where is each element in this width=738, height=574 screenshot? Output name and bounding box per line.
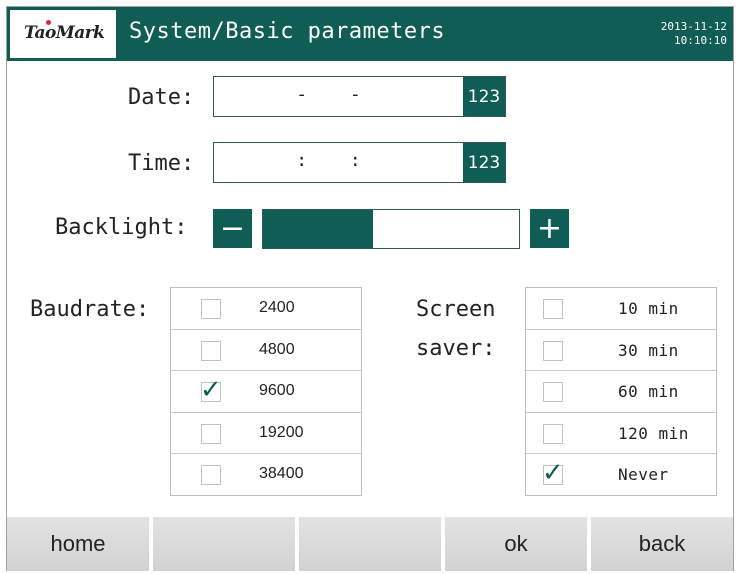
plus-icon: + <box>536 210 563 246</box>
checkbox[interactable]: ✓ <box>200 377 222 403</box>
screensaver-label-line2: saver: <box>416 336 496 361</box>
page-title: System/Basic parameters <box>129 19 446 44</box>
checkbox[interactable] <box>201 299 221 319</box>
checkbox[interactable] <box>201 465 221 486</box>
check-icon: ✓ <box>200 375 222 406</box>
bottom-toolbar: home ok back <box>7 517 733 571</box>
screensaver-option[interactable]: 10 min <box>526 288 716 330</box>
option-label: 60 min <box>618 382 679 402</box>
option-label: Never <box>618 465 669 485</box>
backlight-slider[interactable] <box>262 209 520 249</box>
checkbox[interactable] <box>201 423 221 444</box>
option-label: 10 min <box>618 299 679 318</box>
option-label: 120 min <box>618 423 689 443</box>
checkbox[interactable] <box>543 299 563 319</box>
baudrate-option[interactable]: 19200 <box>171 413 361 455</box>
baudrate-option[interactable]: 38400 <box>171 454 361 496</box>
option-label: 2400 <box>259 299 295 316</box>
blank-button-2[interactable] <box>299 517 445 571</box>
baudrate-option[interactable]: 4800 <box>171 330 361 372</box>
baudrate-option[interactable]: ✓ 9600 <box>171 371 361 413</box>
baudrate-label: Baudrate: <box>30 297 150 322</box>
check-icon: ✓ <box>542 458 564 489</box>
date-label: Date: <box>128 85 195 110</box>
backlight-level-fill <box>263 210 374 248</box>
logo: TaoMark <box>10 10 116 58</box>
header-date: 2013-11-12 <box>660 20 727 33</box>
option-label: 4800 <box>259 340 295 358</box>
option-label: 38400 <box>259 465 304 483</box>
checkbox[interactable] <box>543 382 563 403</box>
blank-button-1[interactable] <box>153 517 299 571</box>
time-label: Time: <box>128 151 195 176</box>
backlight-label: Backlight: <box>55 215 188 240</box>
date-keypad-button[interactable]: 123 <box>463 77 505 116</box>
header-time: 10:10:10 <box>674 34 727 47</box>
checkbox[interactable] <box>543 423 563 444</box>
baudrate-option[interactable]: 2400 <box>171 288 361 330</box>
backlight-decrease-button[interactable]: − <box>213 209 252 248</box>
date-field[interactable]: - - 123 <box>213 76 506 117</box>
logo-text: TaoMark <box>24 23 105 43</box>
checkbox[interactable] <box>543 340 563 361</box>
screensaver-option[interactable]: 30 min <box>526 330 716 372</box>
checkbox[interactable] <box>201 340 221 361</box>
time-value: : : <box>296 150 377 171</box>
option-label: 30 min <box>618 340 679 360</box>
screensaver-option[interactable]: 120 min <box>526 413 716 455</box>
screensaver-option[interactable]: 60 min <box>526 371 716 413</box>
back-button[interactable]: back <box>591 517 733 571</box>
ok-button[interactable]: ok <box>445 517 591 571</box>
date-value: - - <box>296 84 377 105</box>
time-field[interactable]: : : 123 <box>213 142 506 183</box>
screensaver-list: 10 min 30 min 60 min 120 min ✓ Never <box>525 287 717 496</box>
baudrate-list: 2400 4800 ✓ 9600 19200 38400 <box>170 287 362 496</box>
home-button[interactable]: home <box>7 517 153 571</box>
time-keypad-button[interactable]: 123 <box>463 143 505 182</box>
option-label: 19200 <box>259 423 304 441</box>
checkbox[interactable]: ✓ <box>542 460 564 486</box>
header-bar: TaoMark System/Basic parameters 2013-11-… <box>7 7 733 61</box>
screensaver-option[interactable]: ✓ Never <box>526 454 716 496</box>
option-label: 9600 <box>259 382 295 400</box>
backlight-increase-button[interactable]: + <box>530 209 569 248</box>
minus-icon: − <box>219 210 246 246</box>
screensaver-label-line1: Screen <box>416 297 496 322</box>
